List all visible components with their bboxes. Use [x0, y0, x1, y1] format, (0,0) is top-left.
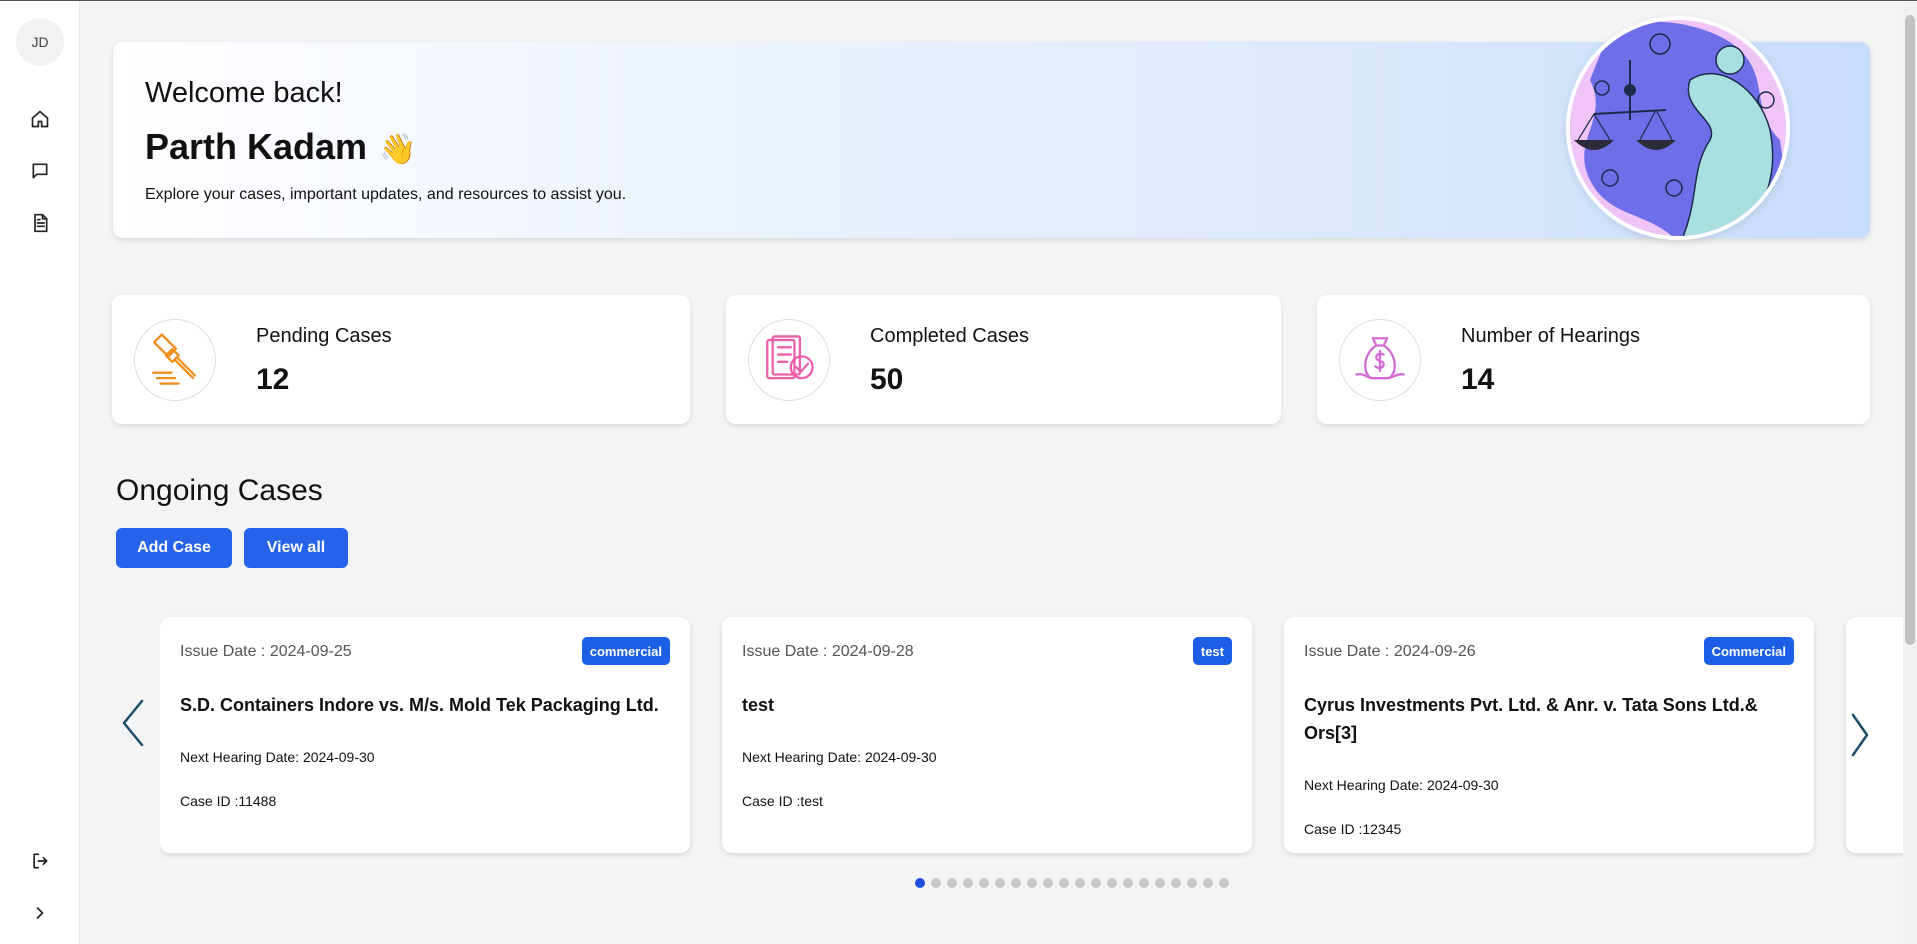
next-hearing-date: Next Hearing Date: 2024-09-30 — [180, 749, 375, 765]
sidebar: JD — [0, 1, 80, 944]
case-tag: commercial — [581, 637, 670, 665]
logout-icon[interactable] — [26, 847, 54, 875]
carousel-dot[interactable] — [915, 878, 925, 888]
carousel-dot[interactable] — [1139, 878, 1149, 888]
money-bag-icon — [1339, 319, 1421, 401]
carousel-dot[interactable] — [979, 878, 989, 888]
case-tag: Commercial — [1703, 637, 1794, 665]
scrollbar[interactable] — [1903, 1, 1917, 944]
case-id: Case ID :test — [742, 793, 823, 809]
case-title: test — [742, 695, 775, 715]
main-content: Welcome back! Parth Kadam 👋 Explore your … — [80, 1, 1917, 944]
chevron-left-icon[interactable] — [120, 699, 146, 752]
carousel-dot[interactable] — [1059, 878, 1069, 888]
case-card[interactable]: Issue Date : 2024-09-25 commercial S.D. … — [160, 617, 690, 853]
carousel-dot[interactable] — [947, 878, 957, 888]
welcome-banner: Welcome back! Parth Kadam 👋 Explore your … — [113, 16, 1870, 240]
case-id: Case ID :11488 — [180, 793, 277, 809]
chevron-right-icon[interactable] — [1850, 713, 1870, 762]
scrollbar-thumb[interactable] — [1905, 15, 1915, 645]
case-card[interactable]: Issue Date : 2024-09-26 Commercial Cyrus… — [1284, 617, 1814, 853]
document-icon[interactable] — [26, 209, 54, 237]
carousel-dot[interactable] — [1027, 878, 1037, 888]
next-hearing-date: Next Hearing Date: 2024-09-30 — [742, 749, 937, 765]
carousel-dot[interactable] — [931, 878, 941, 888]
carousel-dot[interactable] — [963, 878, 973, 888]
welcome-greeting: Welcome back! — [145, 77, 343, 109]
stat-label: Completed Cases — [870, 325, 1029, 347]
case-tag: test — [1192, 637, 1232, 665]
stat-card-pending: Pending Cases 12 — [112, 295, 690, 424]
case-card[interactable]: Issue Date : 2024-09-28 test test Next H… — [722, 617, 1252, 853]
next-hearing-date: Next Hearing Date: 2024-09-30 — [1304, 777, 1499, 793]
carousel-dot[interactable] — [1043, 878, 1053, 888]
gavel-icon — [134, 319, 216, 401]
stat-value: 12 — [256, 363, 290, 396]
chevron-right-icon[interactable] — [26, 899, 54, 927]
user-name: Parth Kadam 👋 — [145, 126, 416, 168]
case-title: Cyrus Investments Pvt. Ltd. & Anr. v. Ta… — [1304, 695, 1758, 743]
stat-card-hearings: Number of Hearings 14 — [1317, 295, 1870, 424]
wave-icon: 👋 — [379, 133, 417, 166]
chat-icon[interactable] — [26, 157, 54, 185]
user-name-text: Parth Kadam — [145, 126, 368, 167]
stat-value: 14 — [1461, 363, 1495, 396]
home-icon[interactable] — [26, 105, 54, 133]
clipboard-check-icon — [748, 319, 830, 401]
carousel-dot[interactable] — [1155, 878, 1165, 888]
carousel-dot[interactable] — [1091, 878, 1101, 888]
carousel-dot[interactable] — [1123, 878, 1133, 888]
stat-card-completed: Completed Cases 50 — [726, 295, 1281, 424]
justice-illustration — [1566, 16, 1790, 240]
stat-label: Pending Cases — [256, 325, 392, 347]
carousel-dot[interactable] — [1187, 878, 1197, 888]
stat-label: Number of Hearings — [1461, 325, 1640, 347]
section-title-ongoing: Ongoing Cases — [116, 474, 323, 507]
carousel-dot[interactable] — [1107, 878, 1117, 888]
carousel-dot[interactable] — [1171, 878, 1181, 888]
case-id: Case ID :12345 — [1304, 821, 1402, 837]
welcome-description: Explore your cases, important updates, a… — [145, 186, 627, 203]
case-title: S.D. Containers Indore vs. M/s. Mold Tek… — [180, 695, 659, 715]
carousel-dot[interactable] — [995, 878, 1005, 888]
carousel-dot[interactable] — [1203, 878, 1213, 888]
issue-date: Issue Date : 2024-09-26 — [1304, 643, 1476, 660]
carousel-pagination — [915, 878, 1229, 888]
carousel-dot[interactable] — [1075, 878, 1085, 888]
carousel-dot[interactable] — [1011, 878, 1021, 888]
case-carousel: Issue Date : 2024-09-25 commercial S.D. … — [160, 611, 1917, 861]
avatar[interactable]: JD — [16, 18, 64, 66]
view-all-button[interactable]: View all — [244, 528, 348, 568]
carousel-dot[interactable] — [1219, 878, 1229, 888]
stat-value: 50 — [870, 363, 904, 396]
issue-date: Issue Date : 2024-09-25 — [180, 643, 352, 660]
issue-date: Issue Date : 2024-09-28 — [742, 643, 914, 660]
add-case-button[interactable]: Add Case — [116, 528, 232, 568]
